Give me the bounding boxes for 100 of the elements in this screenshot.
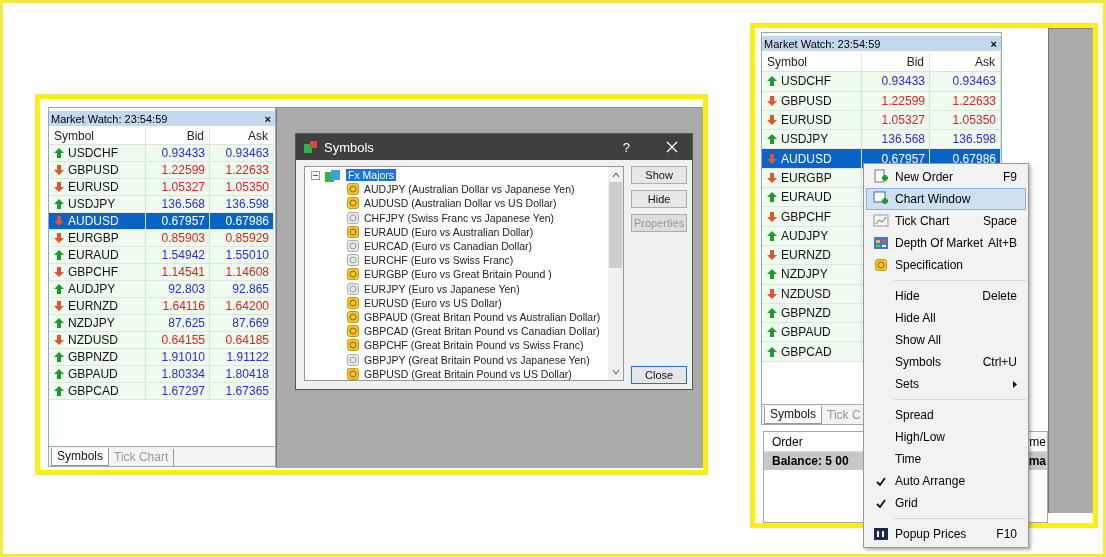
symbol-cell[interactable]: GBPCHF <box>762 207 862 227</box>
panel-title: Market Watch: 23:54:59 <box>764 37 881 50</box>
symbol-cell[interactable]: GBPAUD <box>49 366 146 383</box>
tree-item[interactable]: EURUSD (Euro vs US Dollar) <box>364 296 502 309</box>
bid-cell: 0.67957 <box>146 213 210 230</box>
tree-item[interactable]: GBPUSD (Great Britain Pound vs US Dollar) <box>364 367 572 380</box>
symbol-cell[interactable]: GBPAUD <box>762 323 862 343</box>
column-header[interactable]: Order <box>772 435 803 449</box>
symbol-cell[interactable]: NZDJPY <box>762 265 862 285</box>
menu-item[interactable]: Sets <box>866 373 1026 395</box>
bid-cell: 87.625 <box>146 315 210 332</box>
dialog-button[interactable]: Hide <box>631 190 687 208</box>
scrollbar[interactable] <box>608 167 624 380</box>
coin-icon <box>347 282 359 295</box>
symbol-cell[interactable]: EURGBP <box>762 168 862 189</box>
symbol-name: USDJPY <box>781 132 829 147</box>
tree-item[interactable]: GBPCHF (Great Britain Pound vs Swiss Franc) <box>364 339 584 352</box>
bid-cell: 0.93433 <box>146 145 210 162</box>
symbol-name: GBPAUD <box>68 367 118 381</box>
menu-item[interactable]: Auto Arrange <box>866 470 1026 492</box>
column-header[interactable]: me <box>1029 435 1046 449</box>
symbol-cell[interactable]: EURUSD <box>49 179 146 196</box>
tree-item[interactable]: GBPAUD (Great Britan Pound vs Australian Dollar) <box>364 310 601 323</box>
symbol-name: GBPCAD <box>68 384 119 398</box>
symbol-cell[interactable]: GBPCAD <box>762 342 862 362</box>
symbol-cell[interactable]: GBPNZD <box>762 303 862 324</box>
symbol-cell[interactable]: AUDUSD <box>49 213 146 230</box>
ask-cell: 0.85929 <box>210 230 274 247</box>
symbol-cell[interactable]: NZDJPY <box>49 315 146 332</box>
symbol-cell[interactable]: GBPCAD <box>49 383 146 400</box>
tree-item[interactable]: EURAUD (Euro vs Australian Dollar) <box>364 225 534 238</box>
close-button[interactable]: × <box>990 37 997 50</box>
ask-cell: 1.91122 <box>210 349 274 366</box>
symbol-cell[interactable]: EURNZD <box>49 298 146 315</box>
symbol-name: GBPNZD <box>68 350 118 364</box>
menu-item[interactable]: Time <box>866 448 1026 470</box>
symbol-cell[interactable]: AUDJPY <box>49 281 146 298</box>
symbol-cell[interactable]: NZDUSD <box>762 284 862 304</box>
tree-item[interactable]: AUDUSD (Australian Dollar vs US Dollar) <box>364 197 557 210</box>
symbol-name: AUDJPY <box>781 228 829 243</box>
ask-cell: 136.598 <box>930 130 1001 150</box>
menu-item[interactable]: Depth Of Market Alt+B <box>866 232 1026 254</box>
help-button[interactable]: ? <box>622 139 630 155</box>
tree-item[interactable]: EURGBP (Euro vs Great Britain Pound ) <box>364 268 552 281</box>
tree-item[interactable]: AUDJPY (Australian Dollar vs Japanese Yen) <box>364 183 575 196</box>
menu-item[interactable]: Specification <box>866 254 1026 276</box>
panel-title: Market Watch: 23:54:59 <box>51 112 168 125</box>
scroll-up-icon[interactable] <box>611 171 620 179</box>
tree-item[interactable]: EURJPY (Euro vs Japanese Yen) <box>364 282 520 295</box>
bid-cell: 1.64116 <box>146 298 210 315</box>
symbol-cell[interactable]: GBPCHF <box>49 264 146 281</box>
menu-item[interactable]: Show All <box>866 329 1026 351</box>
symbol-cell[interactable]: USDCHF <box>49 145 146 162</box>
dialog-button[interactable]: Close <box>631 366 687 384</box>
tree-group[interactable]: Fx Majors <box>346 169 397 182</box>
symbol-name: NZDJPY <box>781 267 828 282</box>
symbol-cell[interactable]: EURNZD <box>762 245 862 266</box>
tree-item[interactable]: GBPCAD (Great Britan Pound vs Canadian Dollar) <box>364 325 600 338</box>
tree-item[interactable]: EURCAD (Euro vs Canadian Dollar) <box>364 240 533 253</box>
symbol-name: GBPCHF <box>68 265 118 279</box>
symbol-name: EURGBP <box>781 170 832 185</box>
symbol-cell[interactable]: EURGBP <box>49 230 146 247</box>
coin-icon <box>347 296 359 309</box>
symbol-cell[interactable]: GBPUSD <box>49 162 146 179</box>
menu-item[interactable]: Chart Window <box>866 188 1026 210</box>
scroll-down-icon[interactable] <box>611 368 620 376</box>
ask-cell: 0.93463 <box>210 145 274 162</box>
collapse-icon[interactable] <box>311 170 320 180</box>
symbol-cell[interactable]: AUDJPY <box>762 226 862 246</box>
menu-item[interactable]: Tick Chart Space <box>866 210 1026 232</box>
symbol-cell[interactable]: AUDUSD <box>762 149 862 169</box>
symbol-cell[interactable]: USDJPY <box>49 196 146 213</box>
symbol-cell[interactable]: EURAUD <box>49 247 146 264</box>
dialog-button[interactable]: Show <box>631 166 687 184</box>
symbol-name: EURNZD <box>68 299 118 313</box>
panel-tab[interactable]: Symbols <box>51 448 109 466</box>
close-button[interactable]: × <box>264 112 271 125</box>
menu-item[interactable]: Spread <box>866 404 1026 426</box>
menu-item[interactable]: High/Low <box>866 426 1026 448</box>
menu-item[interactable]: Symbols Ctrl+U <box>866 351 1026 373</box>
tree-item[interactable]: GBPJPY (Great Britain Pound vs Japanese Yen) <box>364 353 590 366</box>
menu-item[interactable]: New Order F9 <box>866 166 1026 188</box>
symbol-cell[interactable]: GBPUSD <box>762 91 862 111</box>
menu-item[interactable]: Grid <box>866 492 1026 514</box>
tree-item[interactable]: EURCHF (Euro vs Swiss Franc) <box>364 254 514 267</box>
tree-item[interactable]: CHFJPY (Swiss Franc vs Japanese Yen) <box>364 211 555 224</box>
symbol-cell[interactable]: USDCHF <box>762 72 862 92</box>
bid-cell: 1.05327 <box>146 179 210 196</box>
panel-tab[interactable]: Symbols <box>764 406 822 424</box>
menu-item[interactable]: Hide All <box>866 307 1026 329</box>
menu-item[interactable]: Hide Delete <box>866 285 1026 307</box>
symbol-cell[interactable]: EURAUD <box>762 188 862 208</box>
symbol-cell[interactable]: EURUSD <box>762 110 862 131</box>
coin-icon <box>347 225 359 238</box>
close-icon[interactable] <box>666 141 678 153</box>
line-chart-icon <box>873 213 889 229</box>
symbol-cell[interactable]: NZDUSD <box>49 332 146 349</box>
symbol-cell[interactable]: USDJPY <box>762 130 862 150</box>
symbol-cell[interactable]: GBPNZD <box>49 349 146 366</box>
menu-item[interactable]: Popup Prices F10 <box>866 523 1026 545</box>
